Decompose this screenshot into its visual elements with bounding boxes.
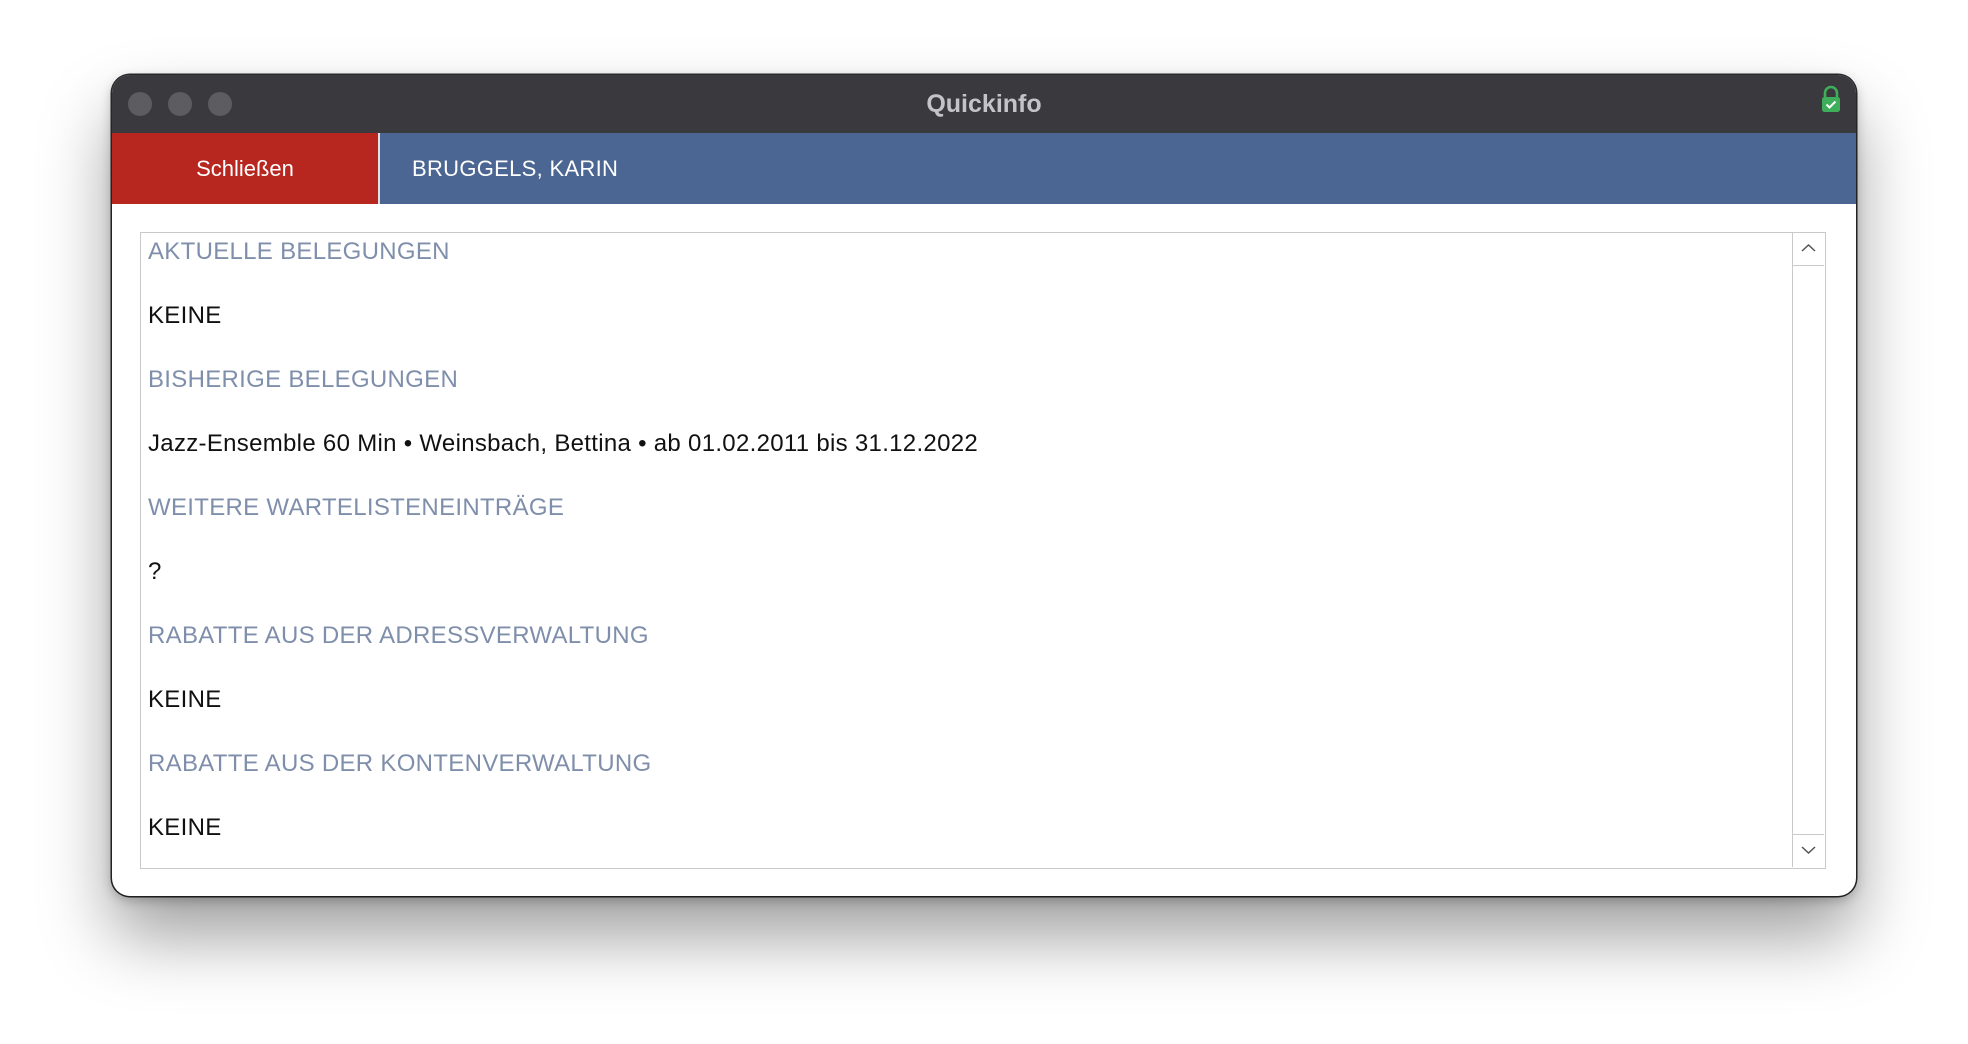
- title-bar: Quickinfo: [112, 75, 1856, 134]
- window-title: Quickinfo: [926, 90, 1042, 118]
- quickinfo-window: Quickinfo Schließen BRUGGELS, KARIN AKTU…: [112, 75, 1856, 896]
- lock-icon: [1820, 85, 1842, 113]
- chevron-down-icon: [1801, 846, 1816, 855]
- vertical-scrollbar[interactable]: [1792, 233, 1825, 867]
- section-heading: RABATTE AUS DER KONTENVERWALTUNG: [148, 750, 652, 777]
- section-value: KEINE: [148, 302, 222, 329]
- section-heading: WEITERE WARTELISTENEINTRÄGE: [148, 494, 565, 521]
- scroll-up-button[interactable]: [1793, 233, 1824, 266]
- scroll-down-button[interactable]: [1793, 834, 1824, 867]
- info-panel[interactable]: AKTUELLE BELEGUNGEN KEINE BISHERIGE BELE…: [140, 232, 1826, 869]
- chevron-up-icon: [1801, 243, 1816, 252]
- info-text-area: AKTUELLE BELEGUNGEN KEINE BISHERIGE BELE…: [148, 233, 1788, 867]
- section-heading: BISHERIGE BELEGUNGEN: [148, 366, 459, 393]
- section-heading: RABATTE AUS DER ADRESSVERWALTUNG: [148, 622, 649, 649]
- section-value: Jazz-Ensemble 60 Min • Weinsbach, Bettin…: [148, 430, 979, 457]
- toolbar: Schließen BRUGGELS, KARIN: [112, 133, 1856, 204]
- person-name: BRUGGELS, KARIN: [412, 156, 619, 181]
- section-value: KEINE: [148, 814, 222, 841]
- section-value: KEINE: [148, 686, 222, 713]
- section-value: ?: [148, 558, 162, 585]
- close-button[interactable]: Schließen: [112, 133, 380, 204]
- section-heading: AKTUELLE BELEGUNGEN: [148, 238, 450, 265]
